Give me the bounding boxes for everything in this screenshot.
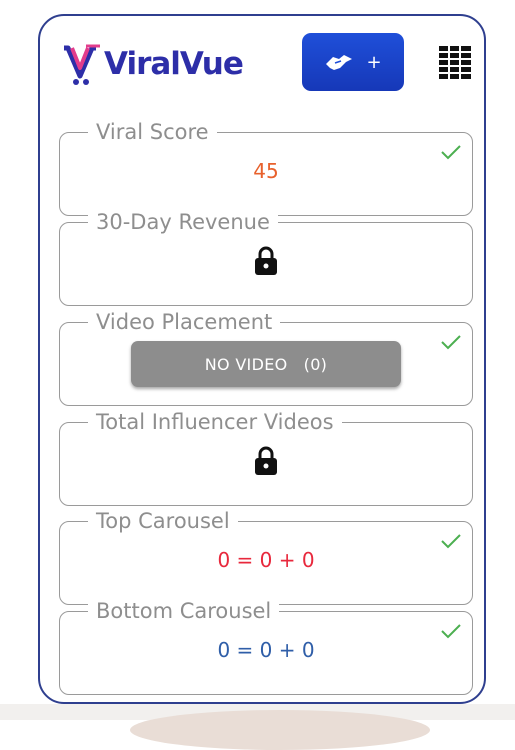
card-label: Video Placement bbox=[88, 307, 281, 337]
top-carousel-card: Top Carousel 0 = 0 + 0 bbox=[59, 506, 473, 605]
check-icon bbox=[441, 335, 461, 350]
v-cart-logo-icon bbox=[64, 44, 100, 85]
viral-score-card: Viral Score 45 bbox=[59, 117, 473, 216]
no-video-button[interactable]: NO VIDEO (0) bbox=[131, 341, 401, 387]
bottom-carousel-card: Bottom Carousel 0 = 0 + 0 bbox=[59, 596, 473, 695]
viralvue-logo[interactable]: ViralVue bbox=[62, 42, 244, 86]
lock-icon[interactable] bbox=[253, 445, 279, 477]
card-label: Bottom Carousel bbox=[88, 596, 280, 626]
top-carousel-value: 0 = 0 + 0 bbox=[217, 548, 315, 572]
card-label: Viral Score bbox=[88, 117, 217, 147]
plus-label: + bbox=[366, 51, 382, 73]
card-label: Top Carousel bbox=[88, 506, 238, 536]
add-share-button[interactable]: + bbox=[302, 33, 404, 91]
lock-icon[interactable] bbox=[253, 245, 279, 277]
handshake-icon bbox=[326, 55, 353, 70]
card-label: 30-Day Revenue bbox=[88, 207, 278, 237]
card-label: Total Influencer Videos bbox=[88, 407, 342, 437]
viralvue-panel: ViralVue + Viral Score 45 30-Day Revenue bbox=[38, 14, 486, 704]
background-image-fragment bbox=[130, 710, 430, 750]
bottom-carousel-value: 0 = 0 + 0 bbox=[217, 638, 315, 662]
viral-score-value: 45 bbox=[253, 159, 279, 183]
grid-menu-icon[interactable] bbox=[439, 46, 471, 80]
logo-text: ViralVue bbox=[104, 46, 244, 82]
revenue-card: 30-Day Revenue bbox=[59, 207, 473, 306]
video-placement-card: Video Placement NO VIDEO (0) bbox=[59, 307, 473, 406]
influencer-videos-card: Total Influencer Videos bbox=[59, 407, 473, 506]
